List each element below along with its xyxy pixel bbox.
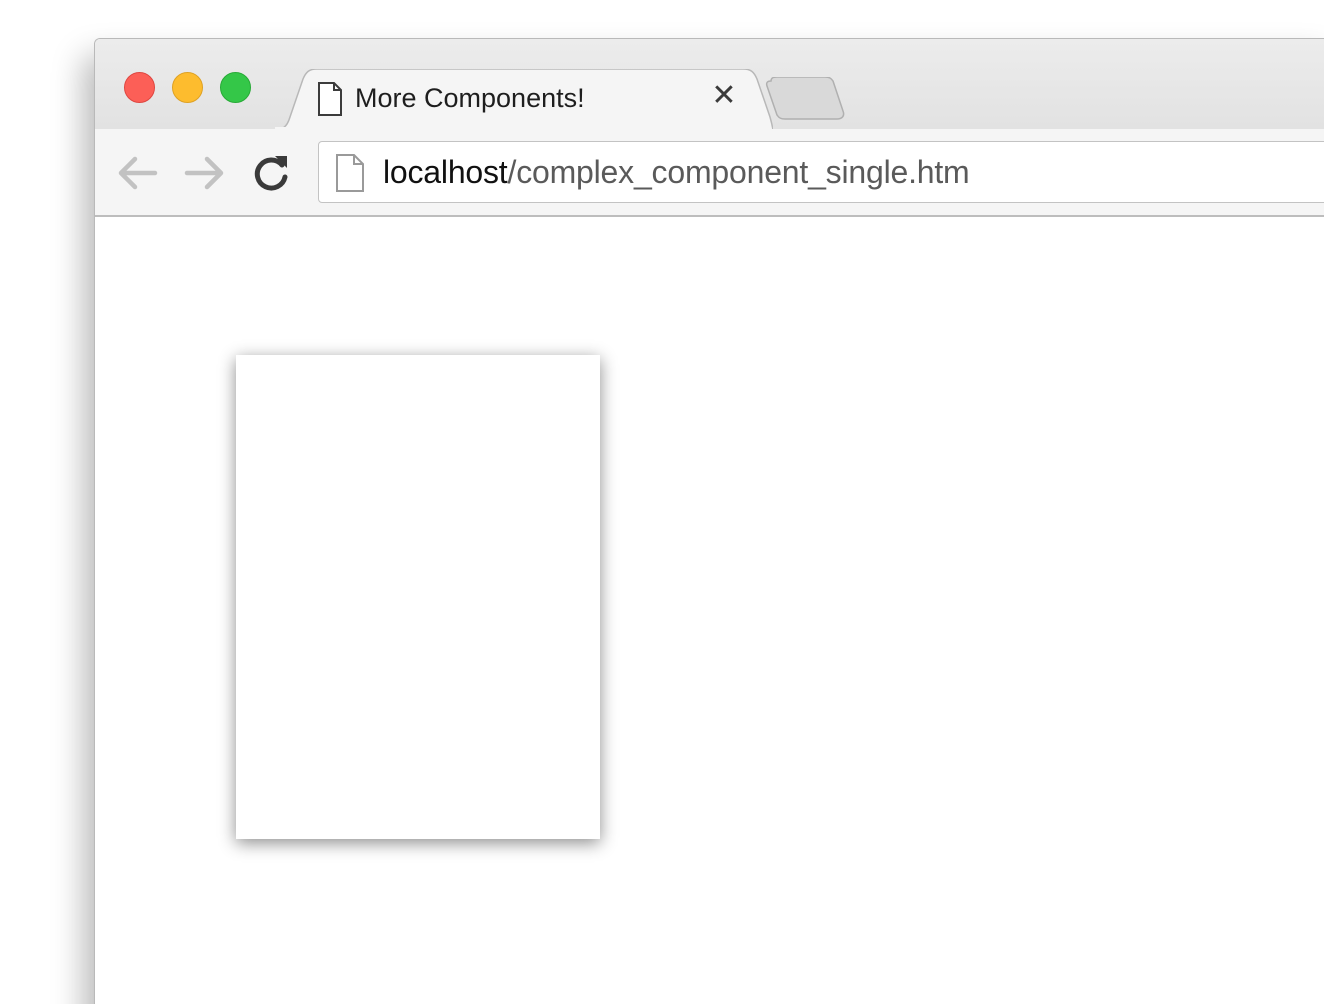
back-button[interactable]	[115, 151, 161, 195]
new-tab-button[interactable]	[763, 76, 847, 126]
address-url[interactable]: localhost/complex_component_single.htm	[383, 154, 970, 191]
arrow-left-icon	[118, 156, 158, 190]
close-tab-icon[interactable]: ✕	[707, 79, 741, 113]
page-icon	[317, 82, 343, 121]
browser-window: More Components! ✕ localhost/complex_com…	[94, 38, 1324, 1004]
close-window-button[interactable]	[124, 72, 155, 103]
page-content	[95, 217, 1324, 1004]
page-icon	[335, 154, 365, 197]
title-bar: More Components! ✕	[95, 39, 1324, 131]
component-card	[236, 355, 600, 839]
tab-title: More Components!	[355, 83, 585, 113]
reload-icon	[254, 156, 288, 191]
zoom-window-button[interactable]	[220, 72, 251, 103]
address-bar[interactable]: localhost/complex_component_single.htm	[318, 141, 1324, 203]
browser-toolbar: localhost/complex_component_single.htm	[95, 129, 1324, 217]
reload-button[interactable]	[249, 151, 295, 195]
arrow-right-icon	[184, 156, 224, 190]
tab-more-components[interactable]: More Components! ✕	[273, 69, 773, 131]
minimize-window-button[interactable]	[172, 72, 203, 103]
url-host: localhost	[383, 154, 508, 190]
forward-button[interactable]	[181, 151, 227, 195]
url-path: /complex_component_single.htm	[507, 154, 970, 190]
screenshot-stage: More Components! ✕ localhost/complex_com…	[0, 0, 1324, 1004]
